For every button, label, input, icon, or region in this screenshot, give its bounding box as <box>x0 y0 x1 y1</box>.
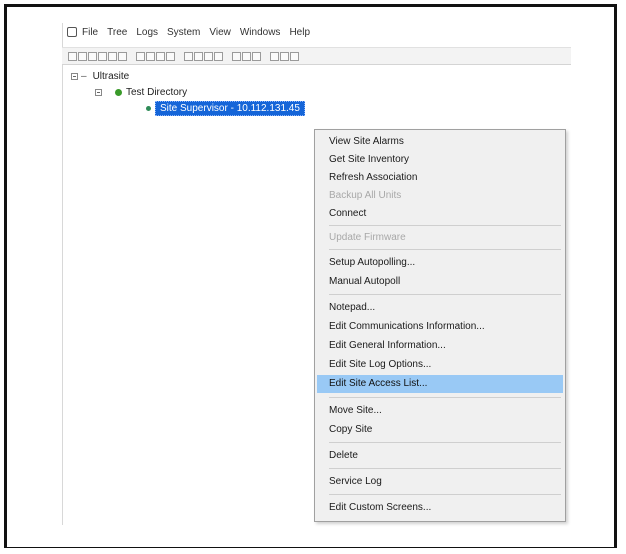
status-ok-icon <box>115 89 122 96</box>
menu-separator <box>329 397 561 398</box>
toolbar-button[interactable] <box>214 51 223 61</box>
toolbar-button[interactable] <box>194 51 203 61</box>
menu-separator <box>329 225 561 226</box>
tree-row-selected-site[interactable]: Site Supervisor - 10.112.131.45 <box>146 101 305 116</box>
menu-bar: File Tree Logs System View Windows Help <box>62 23 571 43</box>
toolbar-group-5 <box>270 51 299 61</box>
menu-separator <box>329 494 561 495</box>
menu-item-manual-autopoll[interactable]: Manual Autopoll <box>317 273 563 291</box>
tree-root-icon: – <box>81 71 87 82</box>
toolbar-button[interactable] <box>232 51 241 61</box>
menu-separator <box>329 442 561 443</box>
menu-item-move-site[interactable]: Move Site... <box>317 402 563 420</box>
toolbar-button[interactable] <box>88 51 97 61</box>
toolbar-button[interactable] <box>108 51 117 61</box>
toolbar-group-2 <box>136 51 175 61</box>
toolbar-button[interactable] <box>78 51 87 61</box>
toolbar-button[interactable] <box>242 51 251 61</box>
toolbar-group-1 <box>68 51 127 61</box>
menu-separator <box>329 468 561 469</box>
menu-item-edit-custom-screens[interactable]: Edit Custom Screens... <box>317 499 563 517</box>
menu-item-edit-site-log-options[interactable]: Edit Site Log Options... <box>317 356 563 374</box>
menu-item-refresh-association[interactable]: Refresh Association <box>317 169 563 187</box>
menu-system[interactable]: System <box>167 27 200 38</box>
toolbar-button[interactable] <box>146 51 155 61</box>
toolbar-button[interactable] <box>252 51 261 61</box>
toolbar-button[interactable] <box>270 51 279 61</box>
toolbar-button[interactable] <box>68 51 77 61</box>
menu-item-notepad[interactable]: Notepad... <box>317 299 563 317</box>
tree-folder-label[interactable]: Test Directory <box>126 87 187 98</box>
menu-item-view-site-alarms[interactable]: View Site Alarms <box>317 133 563 151</box>
toolbar-group-4 <box>232 51 261 61</box>
context-menu: View Site Alarms Get Site Inventory Refr… <box>314 129 566 522</box>
site-tree: – Ultrasite Test Directory Site Supervis… <box>62 68 571 128</box>
menu-help[interactable]: Help <box>289 27 310 38</box>
toolbar-button[interactable] <box>204 51 213 61</box>
toolbar-button[interactable] <box>156 51 165 61</box>
toolbar-button[interactable] <box>184 51 193 61</box>
menu-item-delete[interactable]: Delete <box>317 447 563 465</box>
menu-tree[interactable]: Tree <box>107 27 127 38</box>
collapse-icon[interactable] <box>95 89 102 96</box>
collapse-icon[interactable] <box>71 73 78 80</box>
menu-item-setup-autopolling[interactable]: Setup Autopolling... <box>317 254 563 272</box>
selected-site-label[interactable]: Site Supervisor - 10.112.131.45 <box>155 101 305 116</box>
tree-row-folder[interactable]: Test Directory <box>95 87 187 98</box>
menu-item-service-log[interactable]: Service Log <box>317 473 563 491</box>
menu-item-edit-site-access-list[interactable]: Edit Site Access List... <box>317 375 563 393</box>
menu-separator <box>329 249 561 250</box>
toolbar-button[interactable] <box>290 51 299 61</box>
menu-item-connect[interactable]: Connect <box>317 205 563 223</box>
app-icon <box>67 27 77 37</box>
menu-item-update-firmware: Update Firmware <box>329 232 406 243</box>
menu-items: File Tree Logs System View Windows Help <box>82 27 310 38</box>
site-status-icon <box>146 106 151 111</box>
menu-logs[interactable]: Logs <box>136 27 158 38</box>
menu-file[interactable]: File <box>82 27 98 38</box>
menu-separator <box>329 294 561 295</box>
toolbar-button[interactable] <box>166 51 175 61</box>
tree-root-label[interactable]: Ultrasite <box>93 71 130 82</box>
menu-item-get-site-inventory[interactable]: Get Site Inventory <box>317 151 563 169</box>
menu-windows[interactable]: Windows <box>240 27 281 38</box>
tree-row-root[interactable]: – Ultrasite <box>71 71 129 82</box>
toolbar-button[interactable] <box>98 51 107 61</box>
menu-item-edit-general-information[interactable]: Edit General Information... <box>317 337 563 355</box>
toolbar-group-3 <box>184 51 223 61</box>
menu-view[interactable]: View <box>209 27 231 38</box>
menu-item-copy-site[interactable]: Copy Site <box>317 421 563 439</box>
toolbar-button[interactable] <box>136 51 145 61</box>
menu-item-backup-all-units: Backup All Units <box>329 190 402 201</box>
toolbar-button[interactable] <box>118 51 127 61</box>
toolbar-button[interactable] <box>280 51 289 61</box>
toolbar <box>62 47 571 65</box>
menu-item-edit-communications-information[interactable]: Edit Communications Information... <box>317 318 563 336</box>
